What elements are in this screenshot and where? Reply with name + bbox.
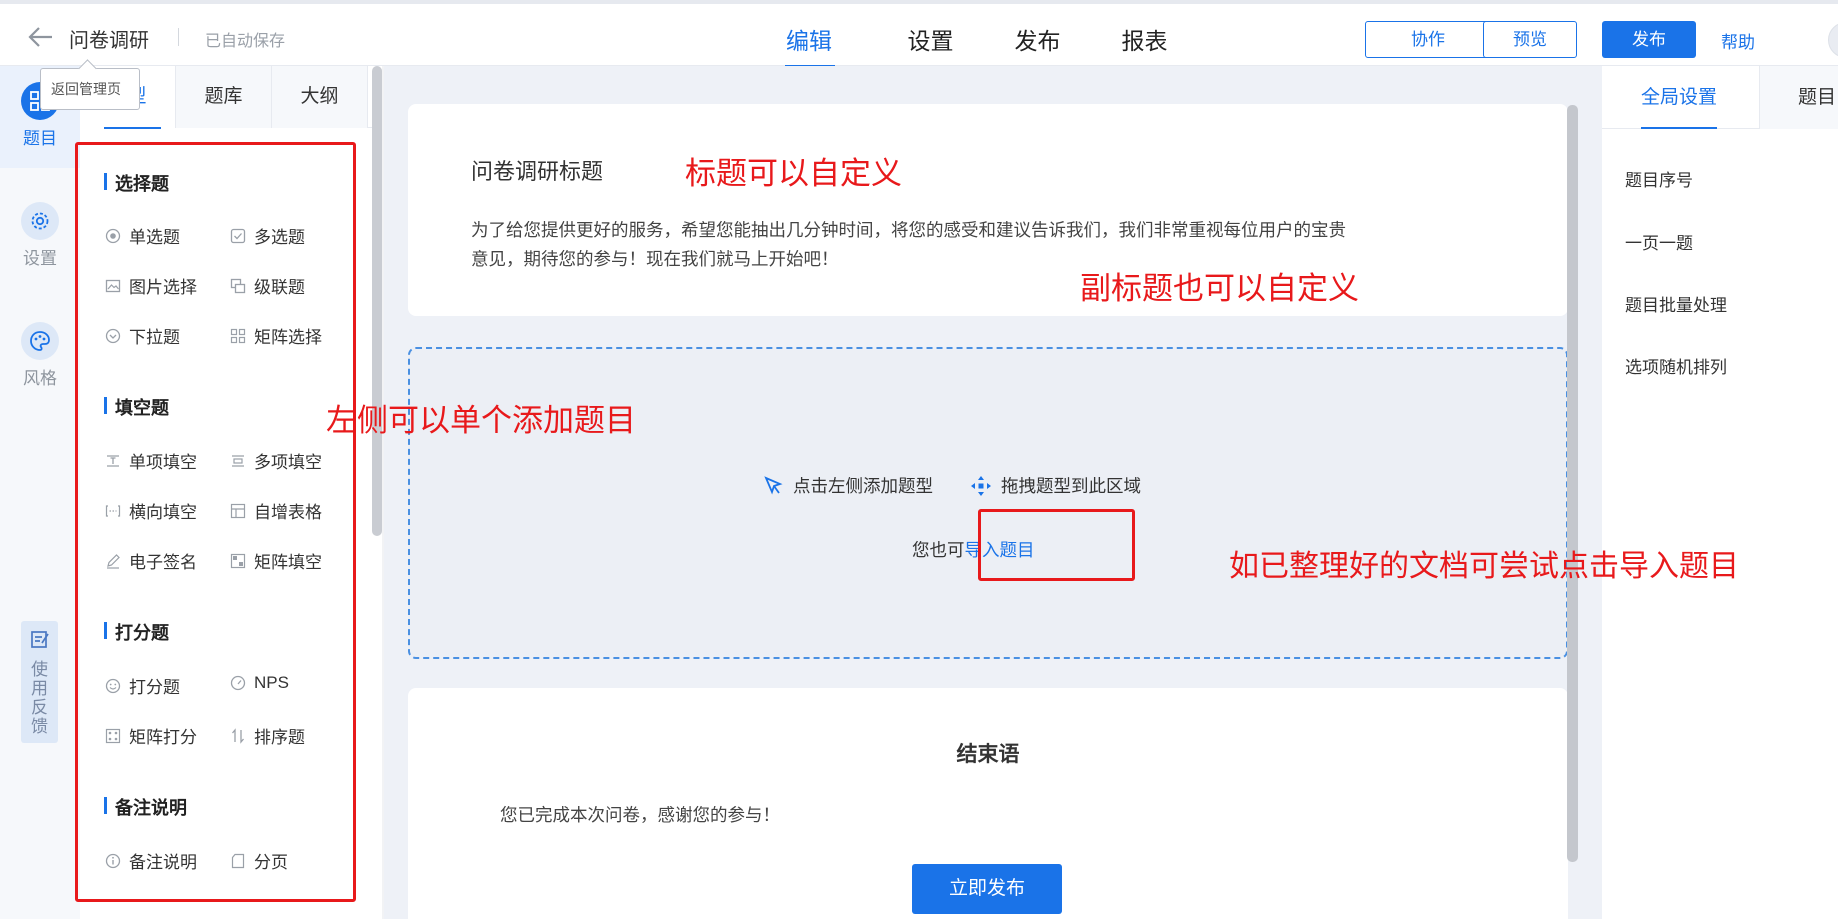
- preview-button[interactable]: 预览: [1483, 21, 1577, 58]
- setting-random-options[interactable]: 选项随机排列: [1625, 353, 1727, 378]
- gear-icon: [21, 202, 59, 240]
- main-tabs: 编辑 设置 发布 报表: [770, 4, 1198, 70]
- annotation-box-left-panel: [75, 142, 356, 902]
- drag-hint: 拖拽题型到此区域: [1001, 476, 1141, 496]
- left-panel-scrollbar[interactable]: [372, 66, 382, 536]
- left-icon-rail: 题目 设置 风格 使用反馈: [0, 66, 80, 919]
- drag-move-icon: [969, 474, 993, 498]
- ending-title[interactable]: 结束语: [408, 738, 1568, 768]
- tab-question-bank[interactable]: 题库: [176, 66, 272, 128]
- annotation-import-tip: 如已整理好的文档可尝试点击导入题目: [1229, 550, 1739, 583]
- tab-settings[interactable]: 设置: [877, 4, 984, 70]
- back-to-manage-link[interactable]: 问卷调研: [69, 24, 149, 53]
- survey-title[interactable]: 问卷调研标题: [471, 154, 603, 186]
- tab-report[interactable]: 报表: [1091, 4, 1198, 70]
- setting-batch-process[interactable]: 题目批量处理: [1625, 291, 1727, 316]
- feedback-label: 使用反馈: [31, 660, 48, 736]
- rail-item-style[interactable]: 风格: [0, 322, 80, 389]
- autosave-status: 已自动保存: [205, 33, 286, 50]
- annotation-left-add: 左侧可以单个添加题目: [326, 403, 636, 438]
- pointer-click-icon: [761, 474, 785, 498]
- help-link[interactable]: 帮助: [1721, 28, 1755, 53]
- survey-canvas: 问卷调研标题 为了给您提供更好的服务，希望您能抽出几分钟时间，将您的感受和建议告…: [384, 66, 1602, 919]
- ending-card[interactable]: 结束语 您已完成本次问卷，感谢您的参与！ 立即发布: [408, 688, 1568, 919]
- canvas-scrollbar[interactable]: [1567, 105, 1578, 862]
- ending-text[interactable]: 您已完成本次问卷，感谢您的参与！: [500, 802, 780, 827]
- import-prefix: 您也可: [912, 540, 965, 560]
- publish-button[interactable]: 发布: [1602, 21, 1696, 58]
- rail-item-settings[interactable]: 设置: [0, 202, 80, 269]
- annotation-box-import: [978, 509, 1135, 581]
- setting-one-per-page[interactable]: 一页一题: [1625, 229, 1693, 254]
- feedback-button[interactable]: 使用反馈: [21, 621, 58, 743]
- publish-now-button[interactable]: 立即发布: [912, 864, 1062, 914]
- tab-question-settings[interactable]: 题目: [1759, 66, 1838, 129]
- cooperate-button[interactable]: 协作: [1365, 21, 1491, 58]
- tab-edit[interactable]: 编辑: [770, 4, 877, 70]
- edit-note-icon: [30, 631, 50, 653]
- rail-label: 题目: [23, 129, 57, 148]
- right-panel-tabs: 全局设置 题目: [1602, 66, 1838, 129]
- tab-outline[interactable]: 大纲: [272, 66, 368, 128]
- avatar[interactable]: [1828, 22, 1838, 58]
- annotation-title-custom: 标题可以自定义: [685, 156, 902, 191]
- top-bar: 问卷调研 已自动保存 编辑 设置 发布 报表 协作 预览 发布 帮助: [0, 0, 1838, 68]
- question-drop-zone[interactable]: 点击左侧添加题型 拖拽题型到此区域 您也可导入题目: [408, 347, 1568, 659]
- rail-label: 风格: [23, 369, 57, 388]
- palette-icon: [21, 322, 59, 360]
- right-panel: 全局设置 题目 题目序号 一页一题 题目批量处理 选项随机排列: [1602, 66, 1838, 919]
- back-arrow-icon[interactable]: [28, 26, 54, 48]
- back-tooltip: 返回管理页: [40, 68, 140, 110]
- divider: [178, 28, 179, 46]
- rail-label: 设置: [23, 249, 57, 268]
- drop-hints: 点击左侧添加题型 拖拽题型到此区域: [761, 473, 1141, 498]
- annotation-subtitle-custom: 副标题也可以自定义: [1080, 271, 1359, 306]
- setting-question-number[interactable]: 题目序号: [1625, 166, 1693, 191]
- click-add-hint: 点击左侧添加题型: [793, 476, 933, 496]
- survey-header-card[interactable]: 问卷调研标题 为了给您提供更好的服务，希望您能抽出几分钟时间，将您的感受和建议告…: [408, 104, 1568, 316]
- tab-global-settings[interactable]: 全局设置: [1641, 66, 1718, 129]
- tab-publish[interactable]: 发布: [984, 4, 1091, 70]
